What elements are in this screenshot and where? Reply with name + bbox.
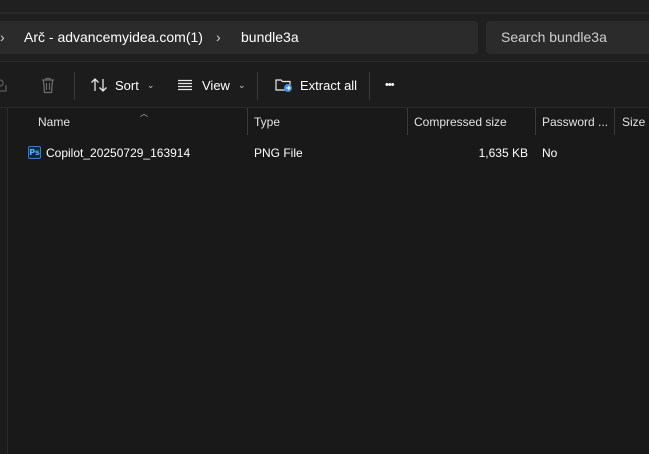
- column-header-size-label: Size: [622, 114, 646, 129]
- column-header-size[interactable]: Size: [622, 108, 649, 135]
- file-type: PNG File: [254, 146, 303, 160]
- column-header-password[interactable]: Password ...: [542, 108, 612, 135]
- extract-all-label: Extract all: [300, 77, 358, 93]
- view-button[interactable]: View ⌄: [177, 62, 246, 108]
- column-divider[interactable]: [535, 108, 536, 135]
- sort-button[interactable]: Sort ⌄: [90, 62, 154, 108]
- breadcrumb-item-bundle3a[interactable]: bundle3a: [241, 29, 299, 45]
- column-header-name-label: Name: [38, 114, 71, 129]
- extract-all-button[interactable]: Extract all: [275, 62, 357, 108]
- file-compressed-size: 1,635 KB: [478, 146, 528, 160]
- search-input[interactable]: Search bundle3a: [486, 21, 649, 54]
- photoshop-file-icon: Ps: [28, 146, 41, 159]
- share-icon[interactable]: [0, 62, 8, 108]
- column-header-compressed-size-label: Compressed size: [414, 114, 507, 129]
- breadcrumb-item-archive[interactable]: Arč - advancemyidea.com(1): [24, 29, 203, 45]
- column-divider[interactable]: [614, 108, 615, 135]
- sort-icon: [90, 77, 108, 93]
- column-header-type-label: Type: [254, 114, 281, 129]
- toolbar-separator: [74, 72, 75, 100]
- more-options-button[interactable]: •••: [385, 62, 395, 108]
- breadcrumb-chevron-icon[interactable]: ›: [0, 29, 5, 45]
- chevron-down-icon: ⌄: [237, 79, 246, 90]
- address-bar-area: › Arč - advancemyidea.com(1) › bundle3a …: [0, 14, 649, 62]
- file-password: No: [542, 146, 558, 160]
- file-row[interactable]: Ps Copilot_20250729_163914 PNG File 1,63…: [8, 141, 649, 165]
- delete-icon[interactable]: [40, 62, 56, 108]
- chevron-down-icon: ⌄: [146, 79, 155, 90]
- column-header-password-label: Password ...: [542, 114, 609, 129]
- file-size: [622, 141, 649, 165]
- toolbar-separator: [369, 72, 370, 100]
- search-placeholder: Search bundle3a: [501, 29, 607, 45]
- column-header-row: ︿ Name Type Compressed size Password ...…: [8, 108, 649, 135]
- column-divider[interactable]: [247, 108, 248, 135]
- view-label: View: [202, 77, 230, 93]
- more-icon: •••: [385, 79, 395, 91]
- view-list-icon: [177, 79, 193, 91]
- command-bar: Sort ⌄ View ⌄ Extract all •••: [0, 62, 649, 108]
- address-bar[interactable]: › Arč - advancemyidea.com(1) › bundle3a: [0, 21, 478, 54]
- toolbar-separator: [257, 72, 258, 100]
- file-name: Copilot_20250729_163914: [46, 146, 191, 160]
- column-header-name[interactable]: Name: [38, 108, 243, 135]
- column-header-type[interactable]: Type: [254, 108, 404, 135]
- navigation-pane[interactable]: [0, 108, 8, 454]
- column-divider[interactable]: [407, 108, 408, 135]
- sort-label: Sort: [115, 77, 139, 93]
- breadcrumb-chevron-icon[interactable]: ›: [216, 29, 221, 45]
- extract-folder-icon: [275, 77, 293, 93]
- column-header-compressed-size[interactable]: Compressed size: [414, 108, 534, 135]
